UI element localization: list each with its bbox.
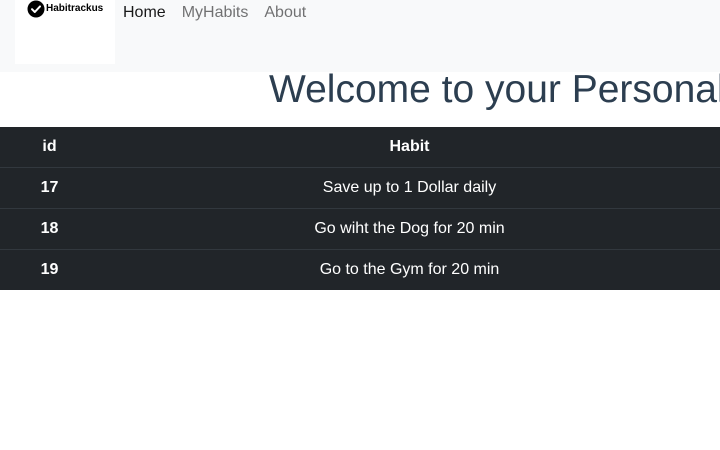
habit-name-cell: Go to the Gym for 20 min — [319, 261, 500, 278]
habit-id-cell: 17 — [0, 167, 99, 209]
brand-name: Habitrackus — [46, 3, 104, 14]
nav-link-myhabits[interactable]: MyHabits — [182, 3, 249, 23]
table-row: 19 Go to the Gym for 20 min — [0, 250, 720, 291]
nav-links: Home MyHabits About — [123, 3, 322, 23]
habit-id-cell: 19 — [40, 261, 59, 278]
table-header-row: id Habit — [0, 127, 720, 168]
check-circle-icon — [27, 0, 45, 18]
nav-link-about[interactable]: About — [264, 3, 306, 23]
habit-id-cell: 18 — [0, 208, 99, 250]
habits-table: id Habit 17 Save up to 1 Dollar daily 18… — [0, 127, 720, 290]
brand-logo-link[interactable]: Habitrackus — [15, 0, 115, 64]
table-row: 18 Go wiht the Dog for 20 min — [0, 208, 720, 250]
habit-name-cell: Save up to 1 Dollar daily — [99, 167, 720, 209]
navbar: Habitrackus Home MyHabits About — [0, 0, 720, 72]
habit-name-cell: Go wiht the Dog for 20 min — [99, 208, 720, 250]
table-row: 17 Save up to 1 Dollar daily — [0, 167, 720, 209]
column-header-id: id — [0, 127, 99, 168]
nav-link-home[interactable]: Home — [123, 3, 166, 23]
page-title: Welcome to your Personal — [269, 68, 720, 111]
column-header-habit: Habit — [99, 127, 720, 168]
